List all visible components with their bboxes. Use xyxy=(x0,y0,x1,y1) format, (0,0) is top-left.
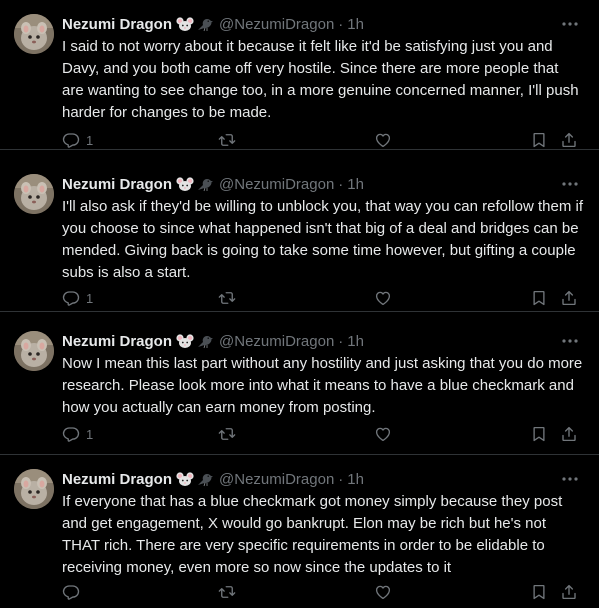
reply-icon xyxy=(62,583,80,601)
bookmark-button[interactable] xyxy=(530,581,548,603)
mouse-face-icon xyxy=(176,16,194,32)
tweet[interactable]: Nezumi Dragon @NezumiDragon · 1h I said … xyxy=(0,0,599,150)
separator-dot: · xyxy=(338,15,344,33)
display-name[interactable]: Nezumi Dragon xyxy=(62,471,172,488)
user-handle[interactable]: @NezumiDragon xyxy=(219,16,334,33)
reply-icon xyxy=(62,425,80,443)
timestamp[interactable]: 1h xyxy=(347,471,364,488)
tweet-text: If everyone that has a blue checkmark go… xyxy=(62,493,563,576)
display-name[interactable]: Nezumi Dragon xyxy=(62,16,172,33)
tweet-text: I said to not worry about it because it … xyxy=(62,38,579,121)
black-bird-icon xyxy=(196,471,214,487)
user-handle[interactable]: @NezumiDragon xyxy=(219,176,334,193)
tweet[interactable]: Nezumi Dragon @NezumiDragon · 1h If ever… xyxy=(0,455,599,608)
retweet-button[interactable] xyxy=(217,287,237,309)
bookmark-button[interactable] xyxy=(530,129,548,151)
action-bar: 1 xyxy=(62,423,599,445)
timestamp[interactable]: 1h xyxy=(347,333,364,350)
bookmark-icon xyxy=(530,289,548,307)
black-bird-icon xyxy=(196,176,214,192)
share-button[interactable] xyxy=(560,423,578,445)
more-icon[interactable] xyxy=(559,331,581,351)
user-handle[interactable]: @NezumiDragon xyxy=(219,333,334,350)
like-button[interactable] xyxy=(374,581,392,603)
avatar[interactable] xyxy=(14,14,54,54)
display-name[interactable]: Nezumi Dragon xyxy=(62,333,172,350)
retweet-button[interactable] xyxy=(217,129,237,151)
reply-button[interactable]: 1 xyxy=(62,423,93,445)
mouse-face-icon xyxy=(176,333,194,349)
reply-icon xyxy=(62,289,80,307)
tweet[interactable]: Nezumi Dragon @NezumiDragon · 1h Now I m… xyxy=(0,317,599,455)
share-button[interactable] xyxy=(560,129,578,151)
reply-button[interactable] xyxy=(62,581,86,603)
mouse-face-icon xyxy=(176,471,194,487)
reply-count: 1 xyxy=(86,290,94,306)
avatar[interactable] xyxy=(14,469,54,509)
reply-button[interactable]: 1 xyxy=(62,287,93,309)
more-icon[interactable] xyxy=(559,174,581,194)
more-icon[interactable] xyxy=(559,469,581,489)
like-icon xyxy=(374,131,392,149)
bookmark-icon xyxy=(530,583,548,601)
like-icon xyxy=(374,583,392,601)
avatar[interactable] xyxy=(14,331,54,371)
action-bar: 1 xyxy=(62,287,599,309)
share-icon xyxy=(560,289,578,307)
bookmark-button[interactable] xyxy=(530,287,548,309)
timeline: Nezumi Dragon @NezumiDragon · 1h I said … xyxy=(0,0,599,608)
user-handle[interactable]: @NezumiDragon xyxy=(219,471,334,488)
retweet-icon xyxy=(217,289,237,307)
reply-button[interactable]: 1 xyxy=(62,129,93,151)
tweet-text: I'll also ask if they'd be willing to un… xyxy=(62,198,583,281)
separator-dot: · xyxy=(338,332,344,350)
share-button[interactable] xyxy=(560,287,578,309)
retweet-icon xyxy=(217,131,237,149)
share-icon xyxy=(560,583,578,601)
separator-dot: · xyxy=(338,175,344,193)
tweet-header: Nezumi Dragon @NezumiDragon · 1h xyxy=(62,12,364,36)
tweet-header: Nezumi Dragon @NezumiDragon · 1h xyxy=(62,172,364,196)
like-button[interactable] xyxy=(374,129,392,151)
display-name[interactable]: Nezumi Dragon xyxy=(62,176,172,193)
bookmark-icon xyxy=(530,425,548,443)
tweet-header: Nezumi Dragon @NezumiDragon · 1h xyxy=(62,467,364,491)
tweet[interactable]: Nezumi Dragon @NezumiDragon · 1h I'll al… xyxy=(0,160,599,312)
separator-dot: · xyxy=(338,470,344,488)
like-icon xyxy=(374,425,392,443)
share-icon xyxy=(560,425,578,443)
timestamp[interactable]: 1h xyxy=(347,176,364,193)
more-icon[interactable] xyxy=(559,14,581,34)
bookmark-icon xyxy=(530,131,548,149)
tweet-text: Now I mean this last part without any ho… xyxy=(62,355,583,416)
retweet-icon xyxy=(217,583,237,601)
reply-icon xyxy=(62,131,80,149)
action-bar: 1 xyxy=(62,129,599,151)
action-bar xyxy=(62,581,599,603)
share-icon xyxy=(560,131,578,149)
mouse-face-icon xyxy=(176,176,194,192)
retweet-icon xyxy=(217,425,237,443)
share-button[interactable] xyxy=(560,581,578,603)
retweet-button[interactable] xyxy=(217,581,237,603)
reply-count: 1 xyxy=(86,132,94,148)
tweet-header: Nezumi Dragon @NezumiDragon · 1h xyxy=(62,329,364,353)
like-icon xyxy=(374,289,392,307)
timestamp[interactable]: 1h xyxy=(347,16,364,33)
bookmark-button[interactable] xyxy=(530,423,548,445)
avatar[interactable] xyxy=(14,174,54,214)
reply-count: 1 xyxy=(86,426,94,442)
black-bird-icon xyxy=(196,16,214,32)
black-bird-icon xyxy=(196,333,214,349)
like-button[interactable] xyxy=(374,423,392,445)
retweet-button[interactable] xyxy=(217,423,237,445)
like-button[interactable] xyxy=(374,287,392,309)
